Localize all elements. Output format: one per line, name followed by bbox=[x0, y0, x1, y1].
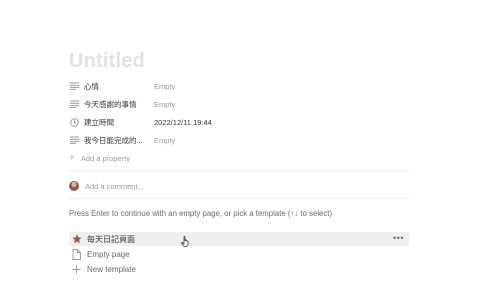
plus-icon bbox=[71, 264, 82, 275]
text-lines-icon bbox=[69, 81, 79, 91]
page-canvas: Untitled 心情 Empty 今天感謝的事情 Empty 建立時間 202… bbox=[0, 0, 480, 304]
more-options-icon[interactable]: ••• bbox=[393, 233, 404, 243]
comment-bar[interactable]: Add a comment... bbox=[69, 178, 144, 194]
property-name: 心情 bbox=[84, 81, 99, 91]
clock-icon bbox=[69, 117, 79, 127]
divider bbox=[69, 170, 409, 171]
property-name: 我今日能完成的... bbox=[84, 135, 143, 145]
property-value[interactable]: Empty bbox=[154, 100, 175, 109]
hand-cursor-icon bbox=[181, 236, 189, 247]
page-title[interactable]: Untitled bbox=[69, 50, 145, 73]
template-hint: Press Enter to continue with an empty pa… bbox=[69, 209, 333, 218]
add-property-label: Add a property bbox=[80, 153, 131, 163]
property-row-created-time[interactable]: 建立時間 2022/12/11 19:44 bbox=[69, 113, 409, 131]
template-item-daily-journal[interactable]: 每天日記頁面 ••• bbox=[69, 232, 409, 246]
divider bbox=[69, 198, 409, 199]
property-row-gratitude[interactable]: 今天感謝的事情 Empty bbox=[69, 95, 409, 113]
property-row-todo[interactable]: 我今日能完成的... Empty bbox=[69, 131, 409, 149]
text-lines-icon bbox=[69, 99, 79, 109]
add-property-button[interactable]: + Add a property bbox=[69, 150, 130, 166]
avatar bbox=[69, 181, 79, 191]
template-label: Empty page bbox=[87, 249, 130, 259]
page-icon bbox=[71, 248, 82, 260]
template-item-empty-page[interactable]: Empty page bbox=[69, 247, 409, 261]
text-lines-icon bbox=[69, 135, 79, 145]
property-value: 2022/12/11 19:44 bbox=[154, 117, 212, 127]
star-icon bbox=[71, 234, 82, 245]
template-label: 每天日記頁面 bbox=[87, 234, 135, 244]
comment-input[interactable]: Add a comment... bbox=[85, 182, 144, 191]
template-label: New template bbox=[87, 264, 136, 274]
property-name: 建立時間 bbox=[84, 117, 114, 127]
template-item-new-template[interactable]: New template bbox=[69, 262, 409, 276]
property-value[interactable]: Empty bbox=[154, 82, 175, 91]
property-name: 今天感謝的事情 bbox=[84, 99, 137, 109]
property-row-mood[interactable]: 心情 Empty bbox=[69, 77, 409, 95]
plus-icon: + bbox=[69, 152, 75, 164]
property-value[interactable]: Empty bbox=[154, 136, 175, 145]
